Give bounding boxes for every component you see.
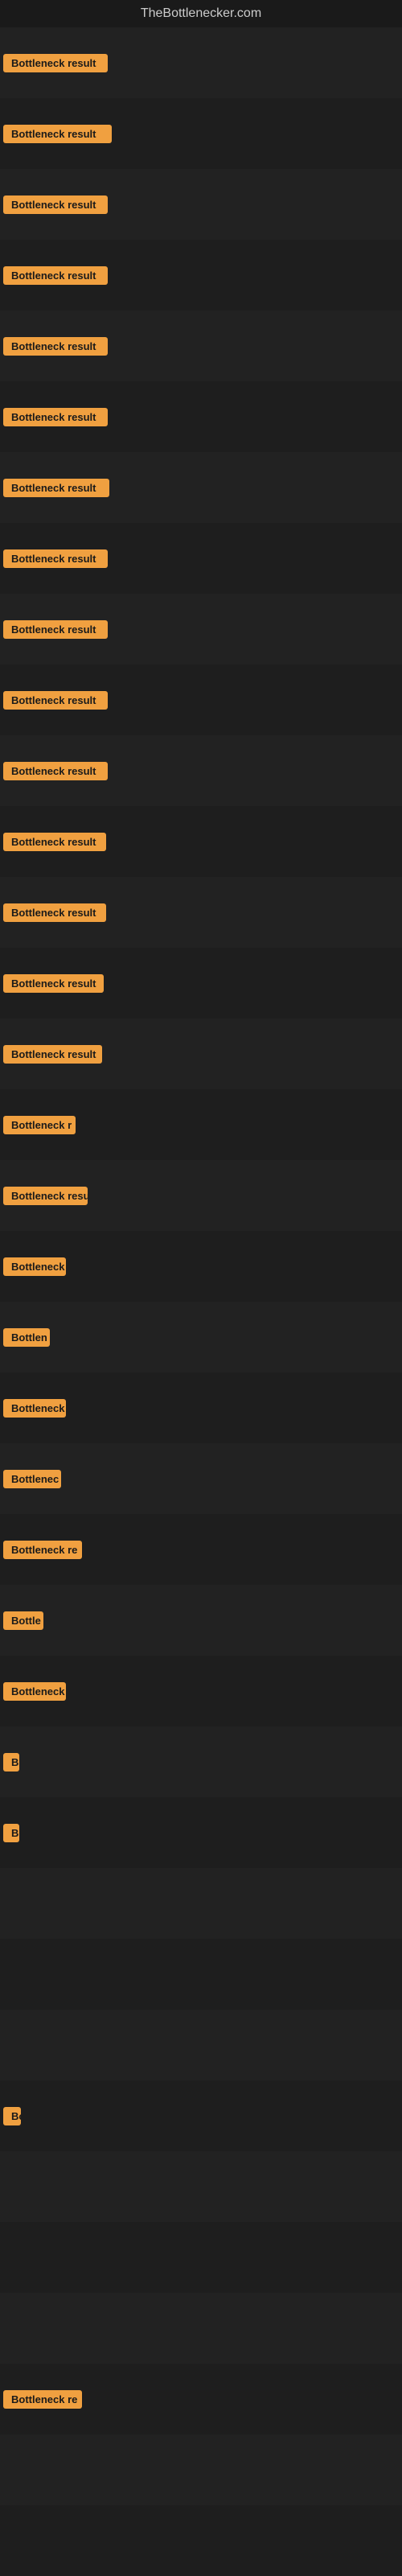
bottleneck-badge[interactable]: Bottlen: [3, 1328, 50, 1347]
bottleneck-badge[interactable]: Bottleneck resu: [3, 1187, 88, 1205]
bottleneck-badge[interactable]: Bottleneck: [3, 1682, 66, 1701]
bottleneck-row: Bottleneck result: [0, 240, 402, 311]
bottleneck-badge[interactable]: Bottleneck result: [3, 125, 112, 143]
bottleneck-badge[interactable]: Bottleneck result: [3, 195, 108, 214]
bottleneck-row: Bottleneck result: [0, 665, 402, 735]
bottleneck-row: Bottleneck result: [0, 1018, 402, 1089]
bottleneck-row: Bottlenec: [0, 1443, 402, 1514]
bottleneck-badge[interactable]: Bottleneck re: [3, 1541, 82, 1559]
bottleneck-row: [0, 2151, 402, 2222]
bottleneck-row: Bottleneck result: [0, 452, 402, 523]
bottleneck-badge[interactable]: Bottleneck result: [3, 337, 108, 356]
bottleneck-badge[interactable]: Bottleneck result: [3, 408, 108, 426]
bottleneck-row: Bottleneck: [0, 1656, 402, 1726]
bottleneck-badge[interactable]: Bottleneck result: [3, 549, 108, 568]
bottleneck-row: [0, 2010, 402, 2080]
bottleneck-row: Bottleneck result: [0, 877, 402, 948]
bottleneck-row: Bottleneck result: [0, 735, 402, 806]
bottleneck-row: Bottle: [0, 1585, 402, 1656]
bottleneck-row: Bottleneck result: [0, 381, 402, 452]
bottleneck-row: [0, 2293, 402, 2364]
bottleneck-row: Bottleneck result: [0, 98, 402, 169]
bottleneck-row: Bottleneck result: [0, 523, 402, 594]
bottleneck-badge[interactable]: B: [3, 1824, 19, 1842]
bottleneck-row: [0, 2434, 402, 2505]
bottleneck-row: B: [0, 1797, 402, 1868]
bottleneck-badge[interactable]: Bottlenec: [3, 1470, 61, 1488]
bottleneck-badge[interactable]: Bo: [3, 2107, 21, 2125]
bottleneck-row: Bo: [0, 2080, 402, 2151]
bottleneck-badge[interactable]: Bottle: [3, 1611, 43, 1630]
bottleneck-row: [0, 1868, 402, 1939]
bottleneck-row: Bottleneck result: [0, 594, 402, 665]
bottleneck-row: Bottleneck result: [0, 311, 402, 381]
bottleneck-row: [0, 2505, 402, 2576]
bottleneck-badge[interactable]: Bottleneck result: [3, 54, 108, 72]
bottleneck-row: Bottleneck result: [0, 27, 402, 98]
bottleneck-badge[interactable]: Bottleneck r: [3, 1116, 76, 1134]
bottleneck-row: Bottleneck resu: [0, 1160, 402, 1231]
bottleneck-badge[interactable]: Bottleneck: [3, 1399, 66, 1418]
bottleneck-row: Bottleneck re: [0, 1514, 402, 1585]
bottleneck-row: Bottleneck result: [0, 169, 402, 240]
site-title: TheBottlenecker.com: [0, 0, 402, 27]
bottleneck-row: [0, 2222, 402, 2293]
bottleneck-row: [0, 1939, 402, 2010]
bottleneck-badge[interactable]: Bottleneck result: [3, 620, 108, 639]
bottleneck-row: B: [0, 1726, 402, 1797]
bottleneck-badge[interactable]: Bottleneck result: [3, 833, 106, 851]
bottleneck-badge[interactable]: Bottleneck result: [3, 1045, 102, 1064]
bottleneck-row: Bottleneck result: [0, 806, 402, 877]
bottleneck-row: Bottlen: [0, 1302, 402, 1372]
bottleneck-row: Bottleneck: [0, 1231, 402, 1302]
bottleneck-badge[interactable]: Bottleneck result: [3, 903, 106, 922]
bottleneck-row: Bottleneck r: [0, 1089, 402, 1160]
bottleneck-badge[interactable]: Bottleneck result: [3, 762, 108, 780]
bottleneck-badge[interactable]: B: [3, 1753, 19, 1772]
bottleneck-badge[interactable]: Bottleneck result: [3, 266, 108, 285]
bottleneck-badge[interactable]: Bottleneck result: [3, 974, 104, 993]
bottleneck-badge[interactable]: Bottleneck result: [3, 691, 108, 710]
bottleneck-row: Bottleneck result: [0, 948, 402, 1018]
bottleneck-badge[interactable]: Bottleneck result: [3, 479, 109, 497]
bottleneck-row: Bottleneck re: [0, 2364, 402, 2434]
bottleneck-badge[interactable]: Bottleneck: [3, 1257, 66, 1276]
bottleneck-badge[interactable]: Bottleneck re: [3, 2390, 82, 2409]
bottleneck-row: Bottleneck: [0, 1372, 402, 1443]
